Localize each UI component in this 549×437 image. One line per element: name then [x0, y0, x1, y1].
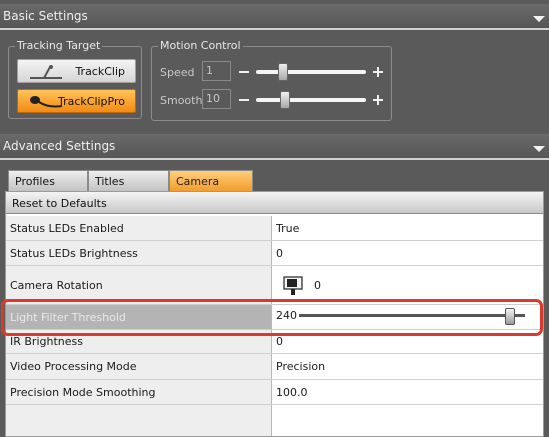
property-grid-empty-area: [6, 405, 272, 436]
property-name: Status LEDs Enabled: [6, 216, 272, 240]
camera-rotation-icon[interactable]: [282, 274, 304, 296]
trackclippro-device-icon: [30, 96, 63, 108]
smooth-minus-icon[interactable]: [239, 99, 249, 101]
smooth-slider-thumb[interactable]: [280, 91, 290, 109]
property-row-status-leds-brightness[interactable]: Status LEDs Brightness 0: [6, 241, 543, 266]
tab-titles[interactable]: Titles: [88, 170, 169, 192]
reset-to-defaults-button[interactable]: Reset to Defaults: [6, 192, 543, 214]
property-row-status-leds-enabled[interactable]: Status LEDs Enabled True: [6, 216, 543, 241]
speed-slider-thumb[interactable]: [278, 63, 288, 81]
trackclippro-button[interactable]: TrackClipPro: [17, 89, 136, 113]
property-value[interactable]: 100.0: [276, 380, 308, 404]
tracking-target-group: Tracking Target TrackClip TrackClipPro: [8, 39, 142, 119]
speed-label: Speed: [160, 66, 195, 79]
smooth-input[interactable]: 10: [202, 89, 231, 109]
speed-minus-icon[interactable]: [239, 71, 249, 73]
trackclip-device-icon: [30, 65, 62, 79]
trackclip-button[interactable]: TrackClip: [17, 59, 136, 83]
speed-slider-track[interactable]: [256, 70, 366, 74]
motion-control-legend: Motion Control: [158, 39, 243, 52]
property-value[interactable]: True: [276, 216, 299, 240]
basic-settings-header[interactable]: Basic Settings: [0, 4, 549, 30]
property-value: 0: [314, 278, 321, 292]
property-name: Video Processing Mode: [6, 354, 272, 379]
property-value[interactable]: 0: [276, 241, 283, 265]
tracking-target-legend: Tracking Target: [15, 39, 103, 52]
tab-camera[interactable]: Camera: [169, 170, 253, 192]
property-name: Precision Mode Smoothing: [6, 380, 272, 404]
reset-label: Reset to Defaults: [12, 197, 107, 210]
smooth-label: Smooth: [160, 94, 203, 107]
speed-input[interactable]: 1: [202, 61, 231, 81]
trackclippro-label: TrackClipPro: [57, 94, 125, 108]
property-value[interactable]: Precision: [276, 354, 325, 379]
smooth-plus-icon[interactable]: [373, 95, 383, 105]
property-row-precision-mode-smoothing[interactable]: Precision Mode Smoothing 100.0: [6, 380, 543, 405]
collapse-arrow-icon[interactable]: [533, 146, 545, 152]
property-row-video-processing-mode[interactable]: Video Processing Mode Precision: [6, 354, 543, 380]
advanced-settings-header[interactable]: Advanced Settings: [0, 134, 549, 160]
smooth-slider-track[interactable]: [256, 98, 366, 102]
tab-profiles[interactable]: Profiles: [8, 170, 88, 192]
highlight-annotation: [1, 299, 543, 336]
collapse-arrow-icon[interactable]: [533, 16, 545, 22]
speed-plus-icon[interactable]: [373, 67, 383, 77]
motion-control-group: Motion Control Speed 1 Smooth 10: [151, 39, 392, 121]
advanced-settings-title: Advanced Settings: [3, 139, 116, 153]
basic-settings-title: Basic Settings: [3, 9, 88, 23]
trackclip-label: TrackClip: [75, 64, 125, 78]
property-name: Status LEDs Brightness: [6, 241, 272, 265]
